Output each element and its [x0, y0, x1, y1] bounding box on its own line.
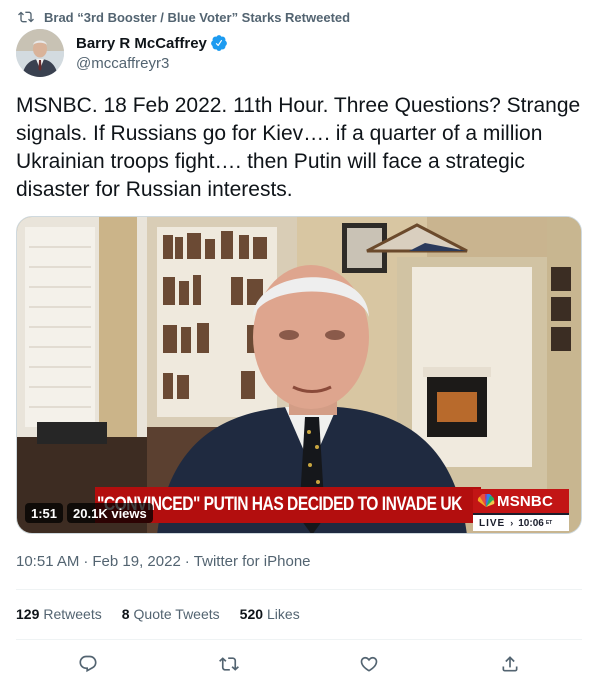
- retweets-stat[interactable]: 129 Retweets: [16, 606, 102, 622]
- tweet-stats: 129 Retweets 8 Quote Tweets 520 Likes: [16, 606, 320, 622]
- retweets-label: Retweets: [43, 606, 102, 622]
- video-views: 20.1K views: [67, 503, 153, 523]
- retweet-icon: [18, 11, 34, 23]
- live-timezone: ET: [545, 519, 553, 526]
- retweet-context[interactable]: Brad “3rd Booster / Blue Voter” Starks R…: [18, 8, 350, 26]
- reply-icon: [79, 655, 97, 673]
- author-name[interactable]: Barry R McCaffrey: [76, 35, 207, 52]
- divider: [16, 639, 582, 640]
- verified-badge-icon: [211, 35, 227, 51]
- quote-tweets-stat[interactable]: 8 Quote Tweets: [122, 606, 220, 622]
- video-duration: 1:51: [25, 503, 64, 523]
- timestamp-separator: ·: [83, 553, 89, 570]
- quote-tweets-label: Quote Tweets: [133, 606, 220, 622]
- video-meta: 1:51 20.1K views: [25, 503, 153, 523]
- live-arrow: ›: [510, 518, 514, 528]
- tweet-source[interactable]: Twitter for iPhone: [194, 553, 311, 570]
- network-logo-text: MSNBC: [497, 492, 553, 510]
- timestamp-separator: ·: [184, 553, 190, 570]
- news-chyron: "CONVINCED" PUTIN HAS DECIDED TO INVADE …: [95, 487, 481, 523]
- live-time: 10:06: [518, 517, 544, 529]
- retweet-context-text: Brad “3rd Booster / Blue Voter” Starks R…: [44, 9, 351, 25]
- like-button[interactable]: [358, 653, 380, 675]
- divider: [16, 589, 582, 590]
- likes-count: 520: [239, 606, 264, 622]
- retweet-button[interactable]: [218, 653, 240, 675]
- retweets-count: 129: [16, 606, 40, 622]
- like-icon: [360, 656, 378, 672]
- peacock-logo-icon: [477, 494, 495, 507]
- likes-stat[interactable]: 520 Likes: [240, 606, 300, 622]
- reply-button[interactable]: [77, 653, 99, 675]
- author-handle[interactable]: @mccaffreyr3: [76, 55, 228, 72]
- quote-tweets-count: 8: [121, 606, 130, 622]
- live-label: LIVE: [479, 517, 506, 529]
- avatar[interactable]: [16, 29, 64, 77]
- network-bug: MSNBC LIVE › 10:06 ET: [473, 489, 569, 531]
- tweet-timestamp: 10:51 AM · Feb 19, 2022 · Twitter for iP…: [16, 553, 311, 570]
- tweet-date[interactable]: Feb 19, 2022: [92, 553, 180, 570]
- tweet-time[interactable]: 10:51 AM: [16, 553, 79, 570]
- likes-label: Likes: [267, 606, 300, 622]
- retweet-icon: [219, 657, 239, 671]
- video-player[interactable]: "CONVINCED" PUTIN HAS DECIDED TO INVADE …: [16, 216, 582, 534]
- tweet-author: Barry R McCaffrey @mccaffreyr3: [16, 28, 228, 78]
- share-button[interactable]: [499, 653, 521, 675]
- share-icon: [502, 656, 518, 672]
- tweet-actions: [0, 650, 598, 678]
- tweet-text: MSNBC. 18 Feb 2022. 11th Hour. Three Que…: [16, 94, 587, 201]
